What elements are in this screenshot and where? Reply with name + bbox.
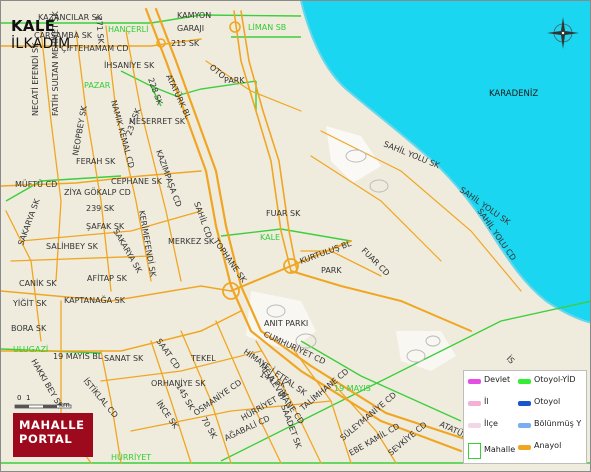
area-label-hancerli: HANÇERLİ (108, 24, 149, 34)
legend-swatch (468, 443, 481, 459)
sea-label: KARADENİZ (489, 88, 538, 99)
scale-label-value: 1 (26, 394, 31, 402)
legend-swatch (468, 379, 481, 384)
map-view[interactable]: KARADENİZ HANÇERLİ LİMAN SB PAZAR KALE U… (0, 0, 591, 472)
street-label: YİĞİT SK (12, 297, 47, 308)
map-title: KALE İLKADIM (11, 18, 71, 53)
title-sub: İLKADIM (11, 36, 71, 52)
logo-text-line1: MAHALLE (19, 418, 85, 432)
legend-label: İlçe (484, 419, 498, 428)
legend-label: Bölünmüş Y (534, 419, 582, 428)
legend-swatch (468, 401, 481, 406)
street-label: 215 SK (171, 39, 200, 48)
legend-swatch (518, 379, 531, 384)
street-label: GARAJI (177, 24, 204, 33)
title-main: KALE (11, 17, 56, 35)
legend-label: Otoyol (534, 397, 561, 406)
street-label: SAAT CD (154, 337, 181, 371)
legend-label: Devlet (484, 375, 511, 384)
street-label: BORA SK (11, 324, 47, 333)
logo-text-line2: PORTAL (19, 432, 73, 446)
street-label: ÇİFTEHAMAM CD (61, 43, 128, 53)
area-label-kale: KALE (260, 233, 280, 242)
street-label: ZİYA GÖKALP CD (64, 187, 131, 197)
park-area (326, 126, 381, 183)
street-label: NEOPBEY SK (71, 104, 89, 156)
legend-label: İl (484, 397, 489, 406)
street-label: KAPTANAĞA SK (64, 294, 126, 305)
mahalle-portal-logo[interactable]: MAHALLE PORTAL (13, 413, 93, 457)
area-label-liman: LİMAN SB (248, 22, 286, 32)
legend-label: Mahalle (484, 445, 516, 454)
street-label: AFİTAP SK (87, 273, 128, 283)
street-label: 70 SK (199, 416, 219, 441)
area-label-ulugazi: ULUGAZİ (13, 344, 48, 354)
street-label: PARK (224, 76, 245, 85)
street-label: MERKEZ SK (168, 237, 215, 246)
street-label: SAKARYA SK (111, 228, 144, 276)
scale-label-start: 0 (17, 394, 22, 402)
legend-swatch (518, 401, 531, 406)
street-label: KAMYON (177, 11, 211, 20)
street-label: PARK (321, 266, 342, 275)
street-label: CANİK SK (19, 278, 57, 288)
street-label: FERAH SK (76, 157, 116, 166)
legend-swatch (518, 445, 531, 450)
street-label: ANIT PARKI (264, 319, 308, 328)
street-label: SALİHBEY SK (46, 241, 99, 251)
street-label: NECATİ EFENDİ SK (30, 42, 40, 116)
area-label-19-mayis: 19 MAYIS (334, 384, 371, 393)
scale-unit: km (59, 401, 70, 409)
street-label: MÜFTÜ CD (15, 179, 57, 189)
street-label: SAHİL CD (192, 200, 214, 239)
park-area (396, 331, 456, 371)
street-label: 271 SK (94, 15, 105, 45)
legend-swatch (518, 423, 531, 428)
street-label: KURTULUŞ BL (299, 239, 353, 266)
compass-icon (547, 17, 579, 49)
legend-label: Otoyol-YİD (534, 375, 576, 384)
legend-swatch (468, 423, 481, 428)
street-label: TEKEL (190, 354, 216, 363)
street-label: İS (505, 353, 517, 365)
area-label-pazar: PAZAR (84, 81, 111, 90)
legend-label: Anayol (534, 441, 562, 450)
area-label-hurriyet: HÜRRİYET (111, 452, 151, 462)
map-legend: Devlet Otoyol-YİD İl Otoyol İlçe Bölünmü… (463, 370, 587, 464)
street-label: SANAT SK (104, 354, 144, 363)
street-label: 239 SK (86, 204, 115, 213)
street-label: 228 SK (146, 77, 164, 107)
street-label: İHSANİYE SK (104, 60, 155, 70)
street-label: CEPHANE SK (111, 177, 163, 186)
street-label: FUAR SK (266, 209, 301, 218)
street-label: 19 MAYIS BL (53, 352, 103, 361)
